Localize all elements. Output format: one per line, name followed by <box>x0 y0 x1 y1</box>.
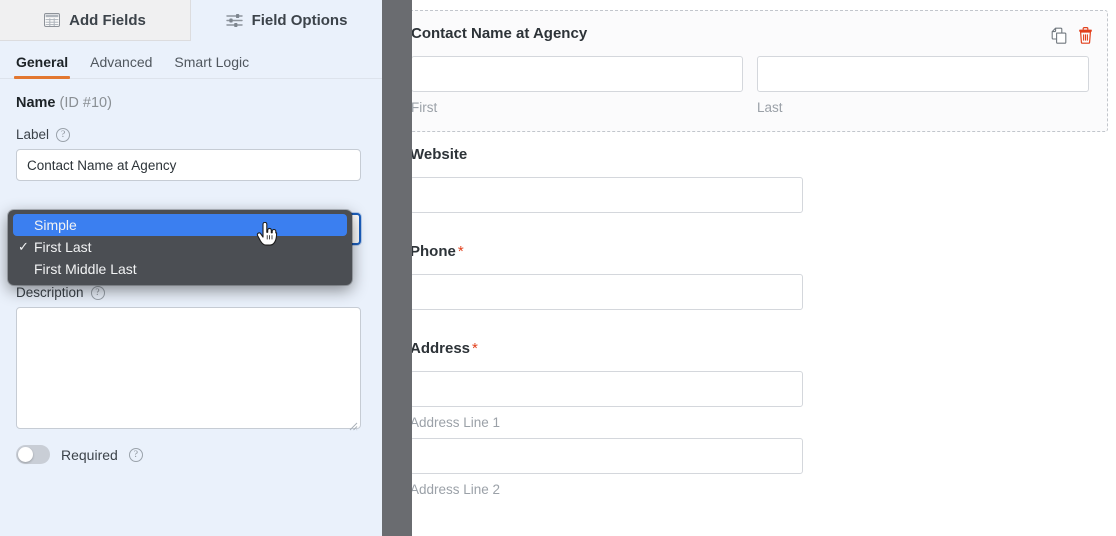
field-options-panel: Add Fields Field Options General Advance… <box>0 0 382 536</box>
preview-field-label-text: Website <box>410 146 468 163</box>
description-option: Description ? <box>16 285 361 434</box>
toggle-knob <box>18 447 33 462</box>
sublabel-address-line-2: Address Line 2 <box>410 482 501 497</box>
help-icon[interactable]: ? <box>128 447 143 462</box>
subtab-smart-logic[interactable]: Smart Logic <box>174 54 249 78</box>
preview-field-label: Phone * <box>410 243 1090 260</box>
preview-field-label: Website <box>410 146 1090 163</box>
form-preview-panel: Contact Name at Agency First Last Websit… <box>382 0 1116 536</box>
name-last-col: Last <box>757 56 1089 115</box>
label-option-text: Label <box>16 127 50 142</box>
name-format-dropdown[interactable]: Simple ✓ First Last First Middle Last <box>8 210 352 285</box>
duplicate-field-icon[interactable] <box>1051 27 1068 49</box>
dropdown-check-icon: ✓ <box>18 239 29 254</box>
sublabel-first: First <box>411 100 438 115</box>
preview-field-label: Address * <box>410 340 1090 357</box>
help-icon[interactable]: ? <box>56 127 71 142</box>
sliders-icon <box>225 13 243 28</box>
dropdown-option-simple[interactable]: Simple <box>13 214 347 236</box>
options-subtabs: General Advanced Smart Logic <box>0 41 382 79</box>
dropdown-option-label: Simple <box>34 217 77 233</box>
selected-field-id: (ID #10) <box>59 95 112 111</box>
tab-field-options-label: Field Options <box>251 11 348 29</box>
preview-input-first[interactable] <box>411 56 743 92</box>
panel-divider-bar[interactable] <box>382 0 412 536</box>
description-option-text: Description <box>16 285 84 300</box>
preview-field-address[interactable]: Address * Address Line 1 Address Line 2 <box>392 326 1108 513</box>
subtab-general[interactable]: General <box>13 54 71 79</box>
preview-field-website[interactable]: Website <box>392 132 1108 229</box>
required-marker: * <box>472 340 478 357</box>
preview-field-phone[interactable]: Phone * <box>392 229 1108 326</box>
field-actions <box>1051 27 1093 49</box>
label-input[interactable] <box>16 149 361 181</box>
description-textarea[interactable] <box>16 307 361 429</box>
table-grid-icon <box>44 13 61 27</box>
wpforms-builder: Add Fields Field Options General Advance… <box>0 0 1116 536</box>
panel-tabs: Add Fields Field Options <box>0 0 382 41</box>
dropdown-option-label: First Middle Last <box>34 261 137 277</box>
sublabel-last: Last <box>757 100 783 115</box>
options-body: Name (ID #10) Label ? <box>0 79 382 181</box>
selected-field-title: Name (ID #10) <box>16 95 360 111</box>
required-option: Required ? <box>16 445 143 464</box>
preview-input-last[interactable] <box>757 56 1089 92</box>
preview-input-address-1[interactable] <box>410 371 803 407</box>
required-toggle[interactable] <box>16 445 50 464</box>
dropdown-option-first-middle-last[interactable]: First Middle Last <box>8 258 352 280</box>
description-option-label: Description ? <box>16 285 361 300</box>
preview-input-website[interactable] <box>410 177 803 213</box>
delete-field-icon[interactable] <box>1078 27 1093 49</box>
preview-field-label-text: Address <box>410 340 471 357</box>
preview-input-address-2[interactable] <box>410 438 803 474</box>
preview-input-phone[interactable] <box>410 274 803 310</box>
name-subfields: First Last <box>411 56 1089 115</box>
subtab-advanced[interactable]: Advanced <box>90 54 152 78</box>
help-icon[interactable]: ? <box>90 285 105 300</box>
preview-field-name[interactable]: Contact Name at Agency First Last <box>392 10 1108 132</box>
tab-add-fields-label: Add Fields <box>69 11 146 29</box>
preview-field-label-text: Contact Name at Agency <box>411 25 588 42</box>
required-label: Required <box>61 446 118 463</box>
preview-field-label: Contact Name at Agency <box>411 25 1089 42</box>
selected-field-name: Name <box>16 95 56 111</box>
tab-add-fields[interactable]: Add Fields <box>0 0 191 41</box>
sublabel-address-line-1: Address Line 1 <box>410 415 501 430</box>
name-first-col: First <box>411 56 743 115</box>
dropdown-option-first-last[interactable]: ✓ First Last <box>8 236 352 258</box>
required-marker: * <box>457 243 464 260</box>
dropdown-option-label: First Last <box>34 239 92 255</box>
preview-field-label-text: Phone <box>410 243 456 260</box>
label-option-label: Label ? <box>16 127 360 142</box>
tab-field-options[interactable]: Field Options <box>191 0 382 41</box>
